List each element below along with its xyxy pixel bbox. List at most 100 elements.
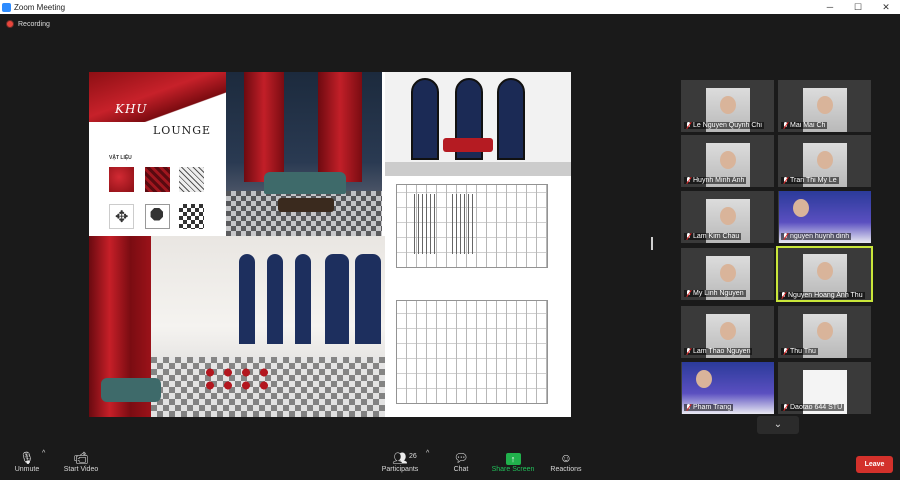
red-drape [244, 72, 284, 182]
participant-name: Tran Thi My Le [790, 177, 837, 184]
video-tile[interactable]: Mai Mai Ch [778, 80, 871, 132]
reactions-label: Reactions [550, 466, 582, 473]
participants-count-badge: 26 [409, 453, 417, 460]
participant-name: Mai Mai Ch [790, 122, 826, 129]
zoom-logo-icon [2, 2, 11, 12]
chat-button[interactable]: 💬︎ Chat [448, 450, 474, 473]
participants-options-caret-icon[interactable]: ^ [426, 450, 429, 457]
lounge-heading: LOUNGE [153, 124, 212, 137]
arched-window [267, 254, 283, 344]
mic-muted-icon [783, 348, 788, 355]
red-chairs [201, 366, 271, 392]
mic-muted-icon [686, 177, 691, 184]
video-tile[interactable]: Pham Trang [681, 362, 774, 414]
unmute-label: Unmute [14, 466, 40, 473]
material-swatch [145, 204, 170, 229]
participant-name: Thu Thu [790, 348, 816, 355]
video-tile[interactable]: Lam Kim Chau [681, 191, 774, 243]
recording-icon [6, 20, 14, 28]
material-swatch [109, 167, 134, 192]
arched-window [239, 254, 255, 344]
share-screen-button[interactable]: ↑ Share Screen [490, 450, 536, 473]
start-video-button[interactable]: 📹︎ Start Video [60, 450, 102, 473]
khu-text: KHU [115, 102, 148, 116]
chat-icon: 💬︎ [453, 451, 469, 465]
participants-label: Participants [381, 466, 419, 473]
share-screen-icon: ↑ [505, 453, 521, 465]
close-button[interactable]: ✕ [872, 2, 900, 13]
mic-muted-icon [686, 404, 691, 411]
lounge-render-image [226, 72, 382, 236]
curtain-sketch [414, 194, 436, 254]
arched-window [325, 254, 349, 344]
mic-muted-icon [686, 290, 691, 297]
participant-name: Nguyen Hoang Anh Thu [788, 292, 863, 299]
curtain-sketch [452, 194, 474, 254]
chat-label: Chat [453, 466, 469, 473]
participant-name: nguyen huynh dinh [790, 233, 850, 240]
shared-screen: KHU LOUNGE VẬT LIỆU [89, 72, 571, 417]
mic-muted-icon [783, 177, 788, 184]
mic-muted-icon [783, 233, 788, 240]
table-graphic [278, 198, 334, 212]
lounge-perspective-image [89, 236, 385, 417]
video-tile[interactable]: Tran Thi My Le [778, 135, 871, 187]
mic-muted-icon: 🎙︎ [19, 451, 35, 465]
split-view-handle[interactable] [651, 237, 653, 250]
arched-window [411, 78, 439, 160]
material-swatch [179, 167, 204, 192]
video-tile-active-speaker[interactable]: Nguyen Hoang Anh Thu [776, 246, 873, 302]
start-video-label: Start Video [63, 466, 99, 473]
participant-name: Pham Trang [693, 404, 732, 411]
video-off-icon: 📹︎ [73, 451, 89, 465]
unmute-button[interactable]: 🎙︎ Unmute [10, 450, 44, 473]
material-swatch [109, 204, 134, 229]
curtain-graphic [89, 72, 226, 122]
recording-indicator[interactable]: Recording [6, 20, 50, 28]
gallery-scroll-down-button[interactable]: ⌄ [757, 416, 799, 434]
mic-muted-icon [686, 348, 691, 355]
participant-name: Huynh Minh Anh [693, 177, 745, 184]
participant-name: Le Nguyen Quynh Chi [693, 122, 762, 129]
meeting-toolbar: 🎙︎ Unmute ^ 📹︎ Start Video 👥︎ Participan… [0, 446, 900, 480]
material-swatch [145, 167, 170, 192]
video-tile[interactable]: Daotao 644 STU [778, 362, 871, 414]
red-drape [318, 72, 362, 182]
video-tile[interactable]: Le Nguyen Quynh Chi [681, 80, 774, 132]
title-bar: Zoom Meeting ─ ☐ ✕ [0, 0, 900, 14]
sofa-graphic [101, 378, 161, 402]
mic-muted-icon [783, 404, 788, 411]
video-tile[interactable]: Lam Thao Nguyen [681, 306, 774, 358]
materials-label: VẬT LIỆU [109, 155, 132, 161]
arched-window [295, 254, 311, 344]
participant-name: Lam Thao Nguyen [693, 348, 751, 355]
reactions-icon: ☺︎ [559, 451, 573, 465]
video-tile[interactable]: Huynh Minh Anh [681, 135, 774, 187]
mic-muted-icon [783, 122, 788, 129]
drawing-lines [396, 300, 548, 404]
participant-name: Lam Kim Chau [693, 233, 740, 240]
material-swatch [179, 204, 204, 229]
leave-button[interactable]: Leave [856, 456, 893, 473]
arched-window [355, 254, 381, 344]
recording-label: Recording [18, 20, 50, 28]
red-seating [443, 138, 493, 152]
elevation-render-image [385, 72, 571, 176]
lounge-title-panel: KHU LOUNGE VẬT LIỆU [89, 72, 226, 236]
video-tile[interactable]: nguyen huynh dinh [778, 191, 871, 243]
mic-muted-icon [686, 233, 691, 240]
arched-window [497, 78, 525, 160]
video-tile[interactable]: My Linh Nguyen [681, 248, 774, 300]
sofa-graphic [264, 172, 346, 194]
floor-graphic [385, 162, 571, 176]
minimize-button[interactable]: ─ [816, 2, 844, 12]
audio-options-caret-icon[interactable]: ^ [42, 450, 45, 457]
technical-drawing-lower [392, 296, 552, 408]
reactions-button[interactable]: ☺︎ Reactions [548, 450, 584, 473]
video-tile[interactable]: Thu Thu [778, 306, 871, 358]
mic-muted-icon [781, 292, 786, 299]
maximize-button[interactable]: ☐ [844, 2, 872, 13]
participant-name: Daotao 644 STU [790, 404, 843, 411]
window-title: Zoom Meeting [14, 2, 66, 12]
participant-name: My Linh Nguyen [693, 290, 744, 297]
